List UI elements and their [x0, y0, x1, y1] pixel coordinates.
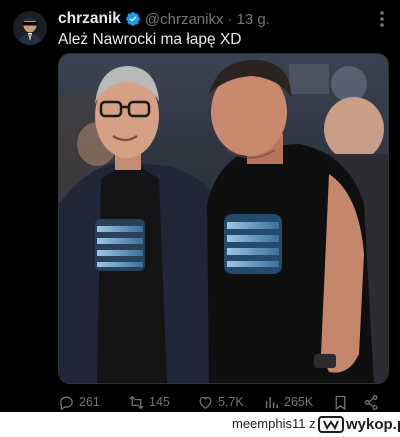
like-count: 5,7K: [218, 395, 244, 409]
watermark-user: meemphis11 z: [232, 416, 316, 431]
reply-icon: [60, 396, 73, 410]
wykop-logo[interactable]: wykop.pl: [318, 415, 400, 434]
share-button[interactable]: [363, 391, 384, 413]
wykop-site-name: wykop.pl: [346, 416, 400, 433]
display-name[interactable]: chrzanik: [58, 10, 121, 28]
like-button[interactable]: 5,7K: [197, 391, 244, 413]
verified-badge-icon: [125, 11, 141, 27]
retweet-button[interactable]: 145: [128, 391, 170, 413]
reply-count: 261: [79, 395, 100, 409]
tweet-card[interactable]: chrzanik @chrzanikx · 13 g. Ależ Nawrock…: [0, 0, 400, 412]
views-button[interactable]: 265K: [263, 391, 313, 413]
bookmark-button[interactable]: [332, 391, 353, 413]
retweet-count: 145: [149, 395, 170, 409]
more-options-icon[interactable]: [372, 9, 392, 29]
tweet-text: Ależ Nawrocki ma łapę XD: [58, 31, 242, 48]
share-icon: [364, 394, 378, 410]
tweet-actions: 261 145 5,7K 265K: [58, 391, 392, 413]
user-handle[interactable]: @chrzanikx: [145, 11, 224, 28]
watermark-preposition: z: [309, 416, 316, 431]
tweet-header: chrzanik @chrzanikx · 13 g.: [58, 8, 270, 30]
separator-dot: ·: [227, 10, 233, 28]
heart-icon: [199, 396, 212, 409]
watermark-username[interactable]: meemphis11: [232, 416, 305, 431]
view-count: 265K: [284, 395, 314, 409]
timestamp[interactable]: 13 g.: [236, 11, 269, 28]
analytics-icon: [265, 396, 278, 408]
watermark-footer: meemphis11 z wykop.pl: [0, 412, 400, 437]
user-avatar[interactable]: [13, 11, 47, 45]
wykop-logo-icon: [318, 416, 344, 433]
bookmark-icon: [335, 395, 346, 410]
retweet-icon: [129, 395, 144, 409]
tweet-photo[interactable]: [58, 53, 389, 384]
reply-button[interactable]: 261: [58, 391, 100, 413]
